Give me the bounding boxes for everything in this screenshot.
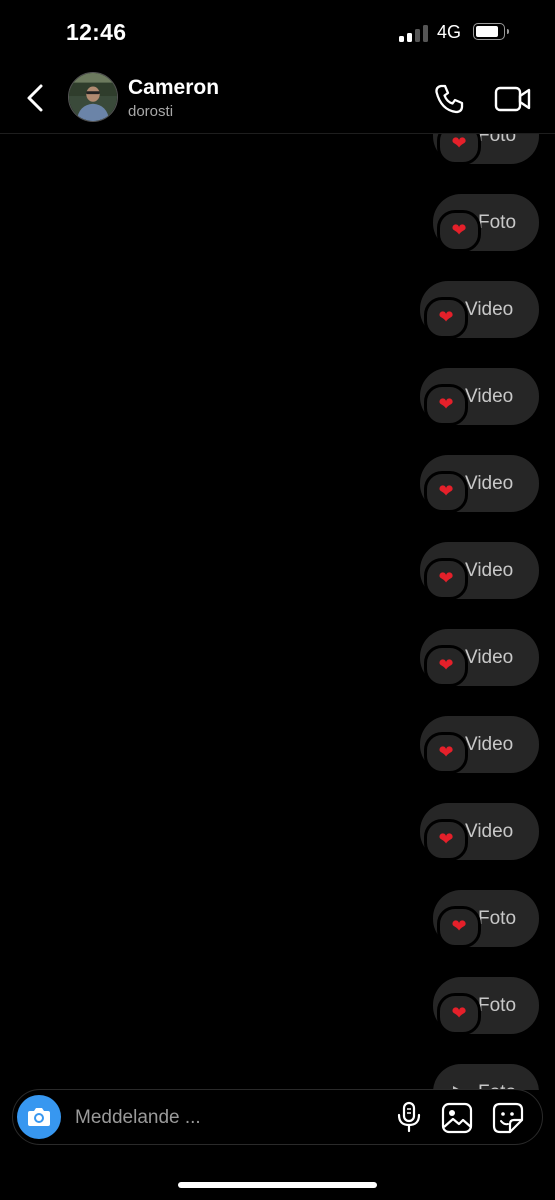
heart-icon: ❤ bbox=[451, 134, 467, 154]
reaction-badge[interactable]: ❤ bbox=[437, 210, 481, 252]
camera-icon bbox=[28, 1108, 50, 1126]
reaction-badge[interactable]: ❤ bbox=[424, 297, 468, 339]
heart-icon: ❤ bbox=[438, 568, 454, 589]
chat-header: Cameron dorosti bbox=[0, 66, 555, 134]
avatar[interactable] bbox=[68, 72, 118, 122]
battery-icon bbox=[473, 23, 509, 40]
phone-icon[interactable] bbox=[432, 82, 466, 116]
message-label: Video bbox=[465, 385, 514, 407]
contact-name[interactable]: Cameron bbox=[128, 76, 219, 100]
reaction-badge[interactable]: ❤ bbox=[424, 558, 468, 600]
message-label: Video bbox=[465, 559, 514, 581]
reaction-badge[interactable]: ❤ bbox=[437, 993, 481, 1035]
heart-icon: ❤ bbox=[438, 742, 454, 763]
heart-icon: ❤ bbox=[438, 481, 454, 502]
cellular-signal-icon bbox=[399, 24, 429, 42]
reaction-badge[interactable]: ❤ bbox=[424, 471, 468, 513]
photo-message[interactable]: Foto bbox=[433, 1064, 539, 1090]
heart-icon: ❤ bbox=[451, 1003, 467, 1024]
heart-icon: ❤ bbox=[451, 916, 467, 937]
reaction-badge[interactable]: ❤ bbox=[424, 384, 468, 426]
microphone-icon[interactable] bbox=[395, 1101, 423, 1133]
message-composer bbox=[12, 1089, 543, 1145]
message-input[interactable] bbox=[73, 1103, 377, 1133]
message-label: Video bbox=[465, 820, 514, 842]
reaction-badge[interactable]: ❤ bbox=[437, 906, 481, 948]
message-label: Video bbox=[465, 733, 514, 755]
image-icon[interactable] bbox=[441, 1102, 473, 1134]
message-label: Foto bbox=[478, 907, 517, 929]
heart-icon: ❤ bbox=[438, 655, 454, 676]
contact-username: dorosti bbox=[128, 103, 174, 120]
network-type: 4G bbox=[437, 22, 462, 42]
message-label: Video bbox=[465, 472, 514, 494]
camera-button[interactable] bbox=[17, 1095, 61, 1139]
status-bar: 12:46 4G bbox=[0, 0, 555, 66]
status-time: 12:46 bbox=[66, 19, 127, 45]
message-thread[interactable]: Foto ❤ Foto ❤ Video ❤ Video ❤ Video ❤ Video ❤ Video ❤… bbox=[0, 134, 555, 1090]
message-label: Video bbox=[465, 646, 514, 668]
message-label: Foto bbox=[478, 211, 517, 233]
heart-icon: ❤ bbox=[438, 307, 454, 328]
reaction-badge[interactable]: ❤ bbox=[424, 645, 468, 687]
reaction-badge[interactable]: ❤ bbox=[424, 819, 468, 861]
message-label: Foto bbox=[478, 994, 517, 1016]
heart-icon: ❤ bbox=[451, 220, 467, 241]
heart-icon: ❤ bbox=[438, 829, 454, 850]
video-camera-icon[interactable] bbox=[494, 83, 532, 115]
reaction-badge[interactable]: ❤ bbox=[424, 732, 468, 774]
home-indicator bbox=[178, 1182, 377, 1188]
sticker-icon[interactable] bbox=[492, 1102, 524, 1134]
reaction-badge[interactable]: ❤ bbox=[437, 134, 481, 165]
message-label: Foto bbox=[478, 134, 517, 146]
chevron-left-icon[interactable] bbox=[20, 80, 52, 116]
heart-icon: ❤ bbox=[438, 394, 454, 415]
message-label: Video bbox=[465, 298, 514, 320]
